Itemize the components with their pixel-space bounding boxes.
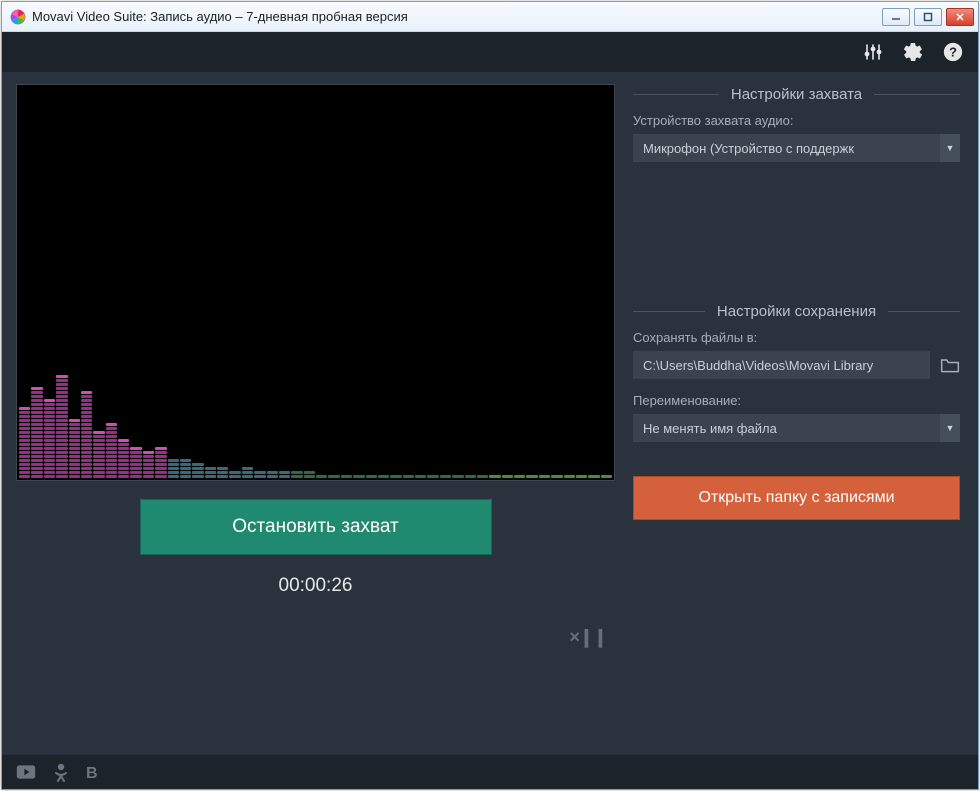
svg-text:B: B (86, 765, 98, 780)
saving-settings-header: Настройки сохранения (633, 303, 960, 320)
help-icon[interactable]: ? (942, 41, 964, 63)
open-recordings-folder-button[interactable]: Открыть папку с записями (633, 476, 960, 520)
chevron-down-icon: ▼ (940, 134, 960, 162)
close-button[interactable] (946, 8, 974, 26)
section-title: Настройки захвата (731, 86, 862, 103)
save-path-label: Сохранять файлы в: (633, 330, 960, 345)
dropdown-value: Микрофон (Устройство с поддержк (643, 141, 940, 156)
mute-icon[interactable]: ×❙❙ (16, 627, 615, 648)
audio-device-dropdown[interactable]: Микрофон (Устройство с поддержк ▼ (633, 134, 960, 162)
save-path-input[interactable] (633, 351, 930, 379)
rename-dropdown[interactable]: Не менять имя файла ▼ (633, 414, 960, 442)
minimize-button[interactable] (882, 8, 910, 26)
capture-settings-header: Настройки захвата (633, 86, 960, 103)
odnoklassniki-icon[interactable] (54, 762, 68, 782)
settings-gear-icon[interactable] (902, 41, 924, 63)
stop-capture-button[interactable]: Остановить захват (140, 499, 492, 555)
equalizer-icon[interactable] (862, 41, 884, 63)
recording-pane: Остановить захват 00:00:26 ×❙❙ (16, 84, 615, 755)
rename-label: Переименование: (633, 393, 960, 408)
content-area: Остановить захват 00:00:26 ×❙❙ Настройки… (2, 72, 978, 755)
audio-device-label: Устройство захвата аудио: (633, 113, 960, 128)
window-controls (882, 8, 974, 26)
bottom-social-bar: B (2, 755, 978, 789)
settings-pane: Настройки захвата Устройство захвата ауд… (629, 84, 964, 755)
audio-visualizer (16, 84, 615, 481)
section-title: Настройки сохранения (717, 303, 876, 320)
recording-timer: 00:00:26 (279, 575, 353, 597)
window-titlebar: Movavi Video Suite: Запись аудио – 7-дне… (2, 2, 978, 32)
dropdown-value: Не менять имя файла (643, 421, 940, 436)
app-toolbar: ? (2, 32, 978, 72)
window-title: Movavi Video Suite: Запись аудио – 7-дне… (32, 9, 882, 24)
vk-icon[interactable]: B (86, 764, 106, 780)
app-logo-icon (10, 9, 26, 25)
chevron-down-icon: ▼ (940, 414, 960, 442)
youtube-icon[interactable] (16, 764, 36, 780)
maximize-button[interactable] (914, 8, 942, 26)
browse-folder-icon[interactable] (940, 356, 960, 374)
app-window: Movavi Video Suite: Запись аудио – 7-дне… (1, 1, 979, 790)
svg-text:?: ? (949, 45, 957, 60)
